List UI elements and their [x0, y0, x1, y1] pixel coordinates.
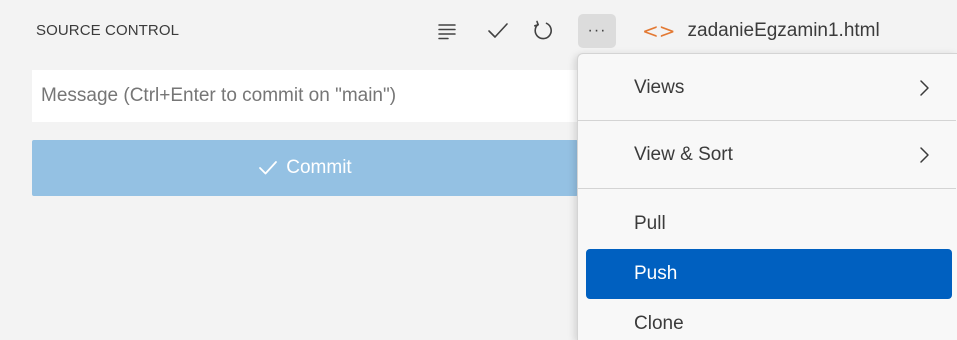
- source-control-panel: SOURCE CONTROL ··· Message (Ctrl+Enter t…: [0, 0, 616, 340]
- menu-item-label: View & Sort: [634, 144, 733, 165]
- more-actions-button[interactable]: ···: [578, 14, 616, 48]
- view-as-list-button[interactable]: [430, 14, 464, 48]
- refresh-button[interactable]: [526, 14, 560, 48]
- menu-separator: [578, 188, 956, 189]
- chevron-right-icon: [918, 79, 930, 97]
- panel-title: SOURCE CONTROL: [36, 22, 180, 39]
- commit-message-input[interactable]: [32, 70, 578, 122]
- commit-check-button[interactable]: [481, 14, 515, 48]
- code-file-icon: <>: [642, 19, 676, 43]
- menu-item-push[interactable]: Push: [586, 249, 952, 299]
- menu-item-label: Push: [634, 263, 678, 284]
- list-flat-icon: [437, 21, 457, 41]
- tab-label: zadanieEgzamin1.html: [687, 20, 880, 41]
- refresh-icon: [532, 20, 554, 42]
- menu-separator: [578, 120, 956, 121]
- more-actions-menu: Views View & Sort Pull Push Clone: [577, 53, 957, 340]
- check-icon: [258, 159, 278, 177]
- menu-item-label: Pull: [634, 213, 666, 234]
- ellipsis-icon: ···: [587, 22, 607, 39]
- menu-item-pull[interactable]: Pull: [586, 199, 952, 249]
- panel-header: SOURCE CONTROL ···: [0, 0, 616, 62]
- vscode-window: SOURCE CONTROL ··· Message (Ctrl+Enter t…: [0, 0, 957, 340]
- menu-item-clone[interactable]: Clone: [586, 299, 952, 340]
- commit-button-label: Commit: [286, 157, 352, 178]
- commit-button[interactable]: Commit: [32, 140, 578, 196]
- menu-item-label: Views: [634, 77, 685, 98]
- menu-item-views[interactable]: Views: [586, 63, 952, 113]
- menu-item-view-and-sort[interactable]: View & Sort: [586, 130, 952, 180]
- check-icon: [487, 21, 509, 41]
- menu-item-label: Clone: [634, 313, 684, 334]
- chevron-right-icon: [918, 146, 930, 164]
